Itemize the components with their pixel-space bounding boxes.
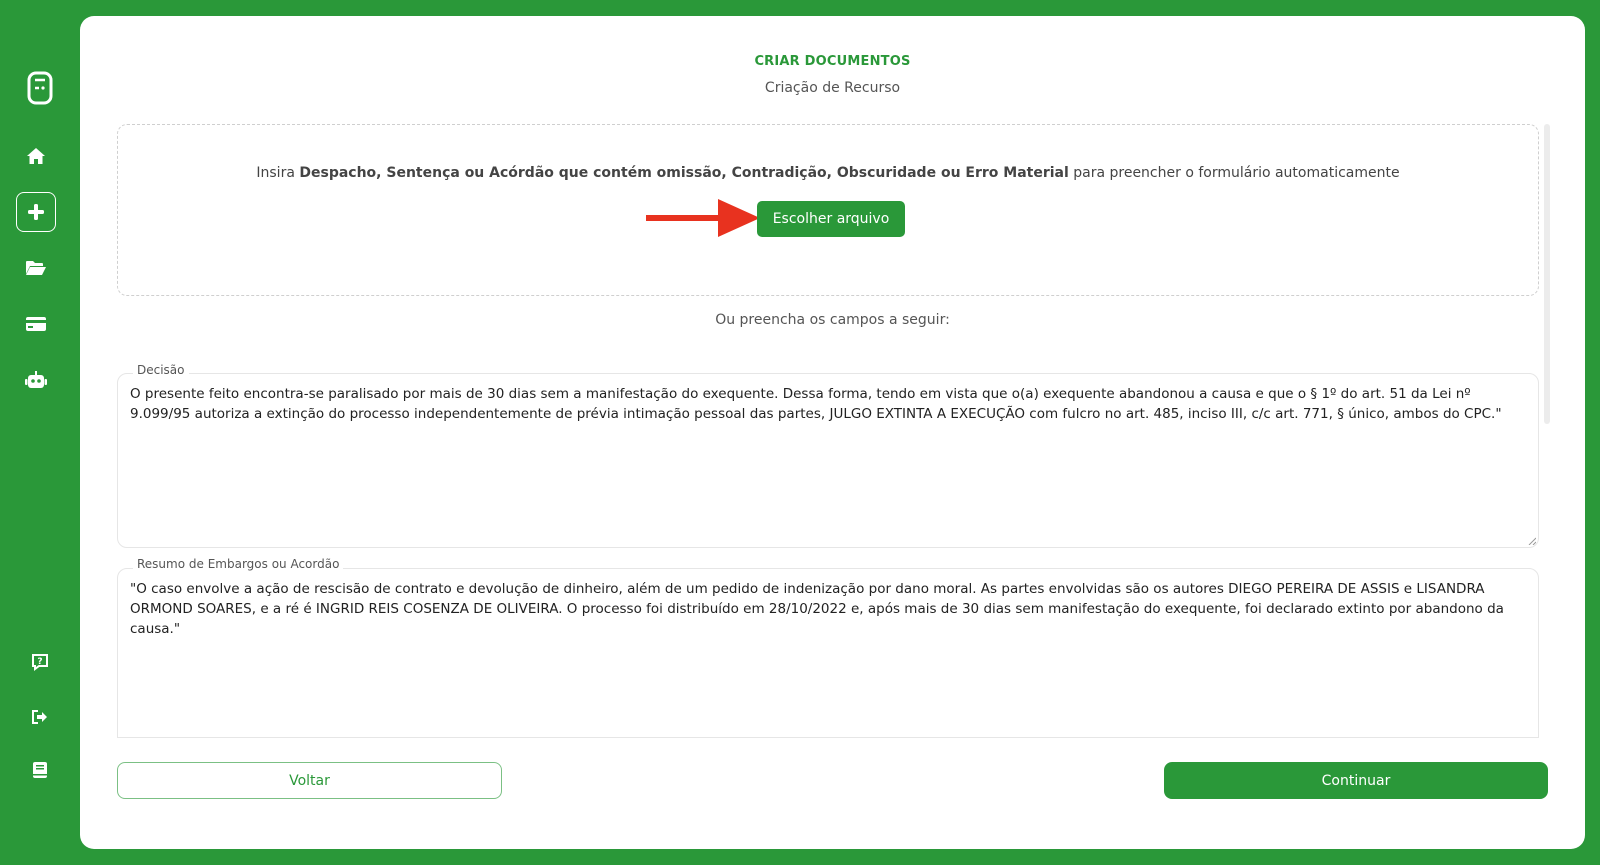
logo-icon[interactable] [18, 66, 62, 110]
dropzone-text-prefix: Insira [256, 165, 300, 181]
home-icon[interactable] [16, 136, 56, 176]
plus-icon[interactable] [16, 192, 56, 232]
dropzone-text-bold: Despacho, Sentença ou Acórdão que contém… [299, 165, 1069, 181]
svg-text:?: ? [37, 657, 42, 667]
file-dropzone[interactable]: Insira Despacho, Sentença ou Acórdão que… [117, 124, 1539, 296]
main-card: CRIAR DOCUMENTOS Criação de Recurso Insi… [80, 16, 1585, 849]
sidebar: ? [0, 0, 80, 865]
page-subtitle: Criação de Recurso [764, 80, 901, 96]
book-icon[interactable] [20, 750, 60, 790]
decisao-value: O presente feito encontra-se paralisado … [130, 386, 1502, 422]
resumo-textarea[interactable]: "O caso envolve a ação de rescisão de co… [117, 568, 1539, 738]
robot-icon[interactable] [16, 360, 56, 400]
credit-card-icon[interactable] [16, 304, 56, 344]
continue-button[interactable]: Continuar [1164, 762, 1548, 799]
help-icon[interactable]: ? [20, 642, 60, 682]
back-button[interactable]: Voltar [117, 762, 502, 799]
resumo-value: "O caso envolve a ação de rescisão de co… [130, 581, 1504, 637]
resumo-label: Resumo de Embargos ou Acordão [133, 557, 344, 571]
resize-handle-icon[interactable] [1528, 537, 1536, 545]
decisao-textarea[interactable]: O presente feito encontra-se paralisado … [117, 373, 1539, 548]
page-title: CRIAR DOCUMENTOS [754, 54, 911, 69]
decisao-label: Decisão [133, 363, 189, 377]
choose-file-button[interactable]: Escolher arquivo [757, 201, 905, 237]
dropzone-text-suffix: para preencher o formulário automaticame… [1068, 165, 1400, 181]
scrollbar[interactable] [1544, 124, 1550, 424]
logout-icon[interactable] [20, 697, 60, 737]
or-fill-fields-text: Ou preencha os campos a seguir: [715, 312, 950, 328]
dropzone-instructions: Insira Despacho, Sentença ou Acórdão que… [118, 165, 1538, 181]
arrow-right-icon [646, 199, 760, 237]
folder-open-icon[interactable] [16, 248, 56, 288]
